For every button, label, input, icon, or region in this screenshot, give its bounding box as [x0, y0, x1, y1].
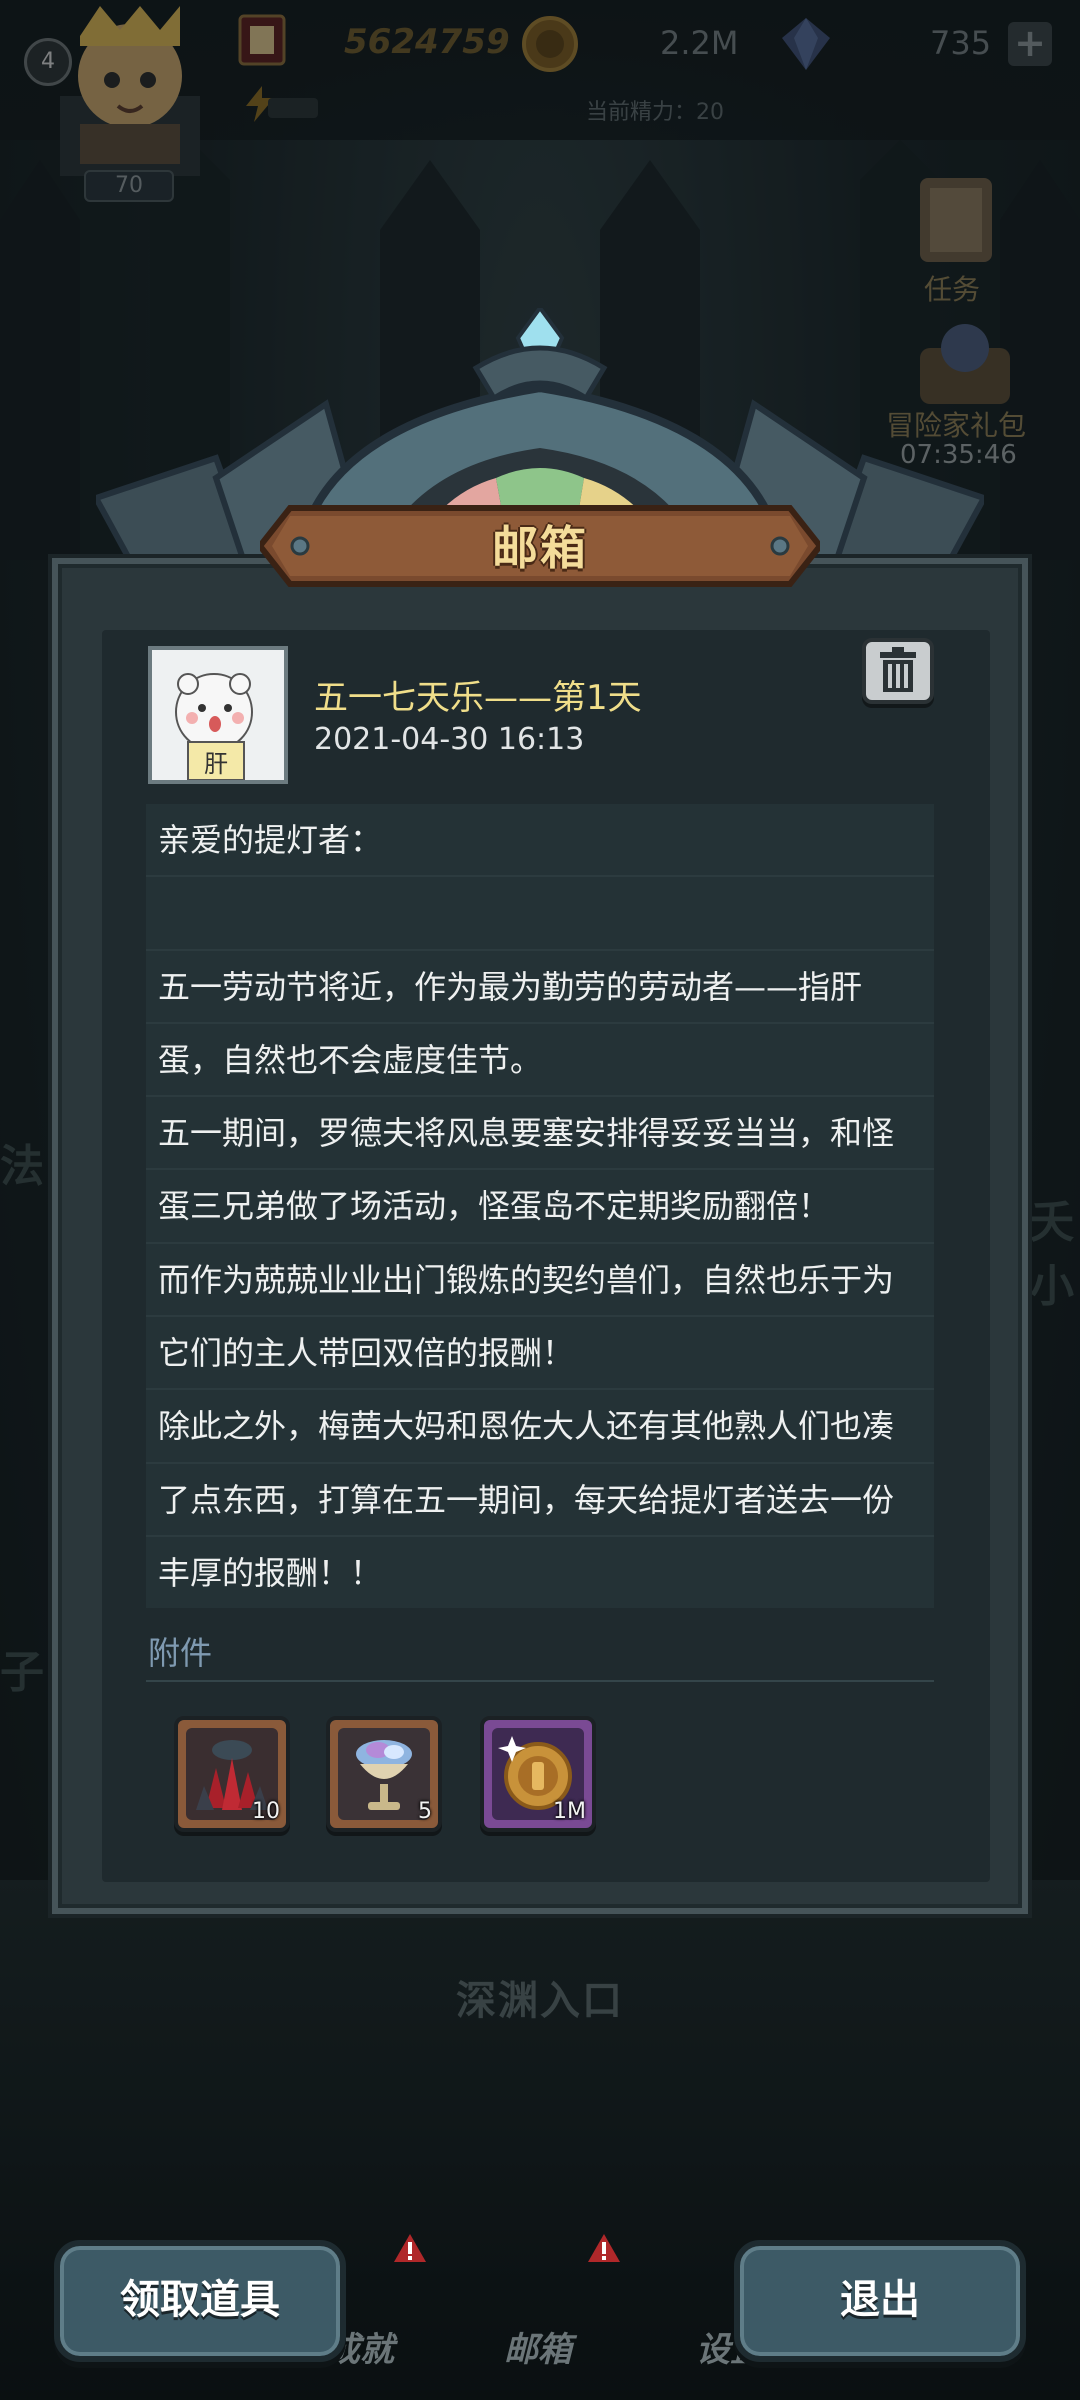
mail-body-line: 五一劳动节将近，作为最为勤劳的劳动者——指肝: [146, 951, 934, 1024]
sender-avatar: 肝: [148, 646, 288, 784]
exit-button[interactable]: 退出: [734, 2240, 1026, 2362]
mail-body-line: 而作为兢兢业业出门锻炼的契约兽们，自然也乐于为: [146, 1244, 934, 1318]
mail-body-line: 了点东西，打算在五一期间，每天给提灯者送去一份: [146, 1464, 934, 1537]
mail-body-line: 除此之外，梅茜大妈和恩佐大人还有其他熟人们也凑: [146, 1390, 934, 1464]
trash-icon: [880, 647, 916, 692]
crystal-chalice-icon: [338, 1728, 430, 1820]
mail-body-line: 它们的主人带回双倍的报酬！: [146, 1317, 934, 1391]
attachments-label: 附件: [148, 1634, 213, 1672]
mail-body-line: 五一期间，罗德夫将风息要塞安排得妥妥当当，和怪: [146, 1097, 934, 1171]
mail-body-line: 蛋，自然也不会虚度佳节。: [146, 1024, 934, 1098]
nav-mail[interactable]: 邮箱: [504, 2322, 572, 2371]
mail-body-line: 丰厚的报酬！！: [158, 1553, 383, 1592]
sender-avatar-text: 肝: [204, 750, 228, 778]
attachment-count: 1M: [553, 1799, 586, 1824]
attachment-count: 5: [418, 1799, 432, 1824]
mail-title: 五一七天乐——第1天: [314, 678, 642, 718]
mail-body: 亲爱的提灯者： 五一劳动节将近，作为最为勤劳的劳动者——指肝 蛋，自然也不会虚度…: [146, 804, 934, 1608]
attachments-divider: [146, 1680, 934, 1682]
claim-items-button[interactable]: 领取道具: [54, 2240, 346, 2362]
mail-body-line: 亲爱的提灯者：: [146, 804, 934, 878]
mail-date: 2021-04-30 16:13: [314, 722, 585, 757]
delete-mail-button[interactable]: [862, 638, 934, 704]
attachment-item[interactable]: 1M: [480, 1716, 596, 1832]
attachment-count: 10: [252, 1799, 280, 1824]
alert-badge-icon: [588, 2234, 620, 2262]
attachment-item[interactable]: 10: [174, 1716, 290, 1832]
sender-avatar-image: 肝: [152, 650, 284, 780]
mailbox-title: 邮箱: [492, 521, 588, 575]
alert-badge-icon: [394, 2234, 426, 2262]
mail-body-line: 蛋三兄弟做了场活动，怪蛋岛不定期奖励翻倍！: [146, 1170, 934, 1244]
attachment-item[interactable]: 5: [326, 1716, 442, 1832]
mail-body-line: [146, 877, 934, 951]
